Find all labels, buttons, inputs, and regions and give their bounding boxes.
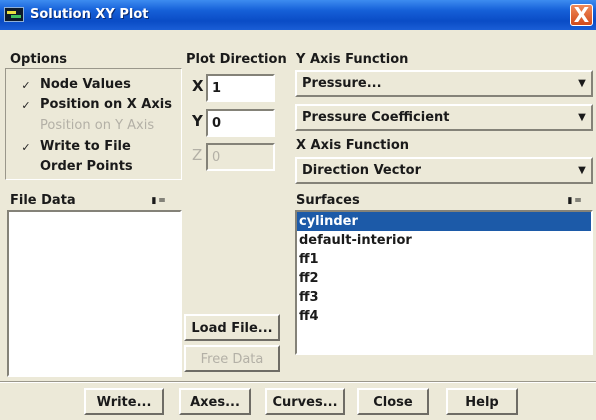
select-all-icon[interactable]: ▮	[566, 196, 574, 206]
load-file-button[interactable]: Load File...	[184, 314, 280, 341]
bottom-separator	[0, 381, 596, 383]
position-on-y-axis-checkbox: Position on Y Axis	[20, 118, 154, 136]
deselect-all-icon[interactable]: =	[158, 196, 166, 206]
file-data-heading: File Data	[10, 193, 76, 208]
y-axis-quantity-value: Pressure Coefficient	[302, 110, 450, 125]
z-direction-input: 0	[206, 143, 275, 171]
position-on-x-axis-checkbox[interactable]: ✓ Position on X Axis	[20, 97, 172, 115]
dropdown-arrow-icon: ▼	[578, 112, 586, 123]
write-to-file-check-icon: ✓	[21, 141, 31, 154]
curves-button[interactable]: Curves...	[265, 388, 345, 415]
close-button[interactable]: Close	[357, 388, 429, 415]
write-to-file-label: Write to File	[40, 139, 131, 154]
surface-item-ff3[interactable]: ff3	[297, 288, 591, 307]
close-window-button[interactable]: X	[570, 4, 593, 26]
deselect-all-icon[interactable]: =	[574, 196, 582, 206]
y-axis-category-value: Pressure...	[302, 76, 382, 91]
surface-item-ff2[interactable]: ff2	[297, 269, 591, 288]
surface-item-ff4[interactable]: ff4	[297, 307, 591, 326]
x-direction-input[interactable]: 1	[206, 74, 275, 102]
x-direction-label: X	[192, 77, 204, 95]
fluent-app-icon	[4, 7, 24, 22]
surfaces-list-controls: ▮ =	[566, 196, 582, 206]
z-direction-label: Z	[192, 146, 203, 164]
order-points-label: Order Points	[40, 159, 133, 174]
surfaces-list[interactable]: cylinder default-interior ff1 ff2 ff3 ff…	[295, 210, 593, 355]
write-to-file-checkbox[interactable]: ✓ Write to File	[20, 139, 131, 157]
position-y-label: Position on Y Axis	[40, 118, 155, 133]
axes-button[interactable]: Axes...	[179, 388, 251, 415]
x-axis-function-dropdown[interactable]: Direction Vector ▼	[295, 157, 593, 184]
position-x-check-icon: ✓	[21, 99, 31, 112]
node-values-label: Node Values	[40, 77, 131, 92]
write-button[interactable]: Write...	[84, 388, 164, 415]
help-button[interactable]: Help	[446, 388, 518, 415]
x-axis-function-heading: X Axis Function	[296, 138, 410, 153]
position-x-label: Position on X Axis	[40, 97, 172, 112]
window-title: Solution XY Plot	[30, 7, 149, 22]
dropdown-arrow-icon: ▼	[578, 78, 586, 89]
y-direction-label: Y	[192, 112, 203, 130]
surface-item-default-interior[interactable]: default-interior	[297, 231, 591, 250]
select-all-icon[interactable]: ▮	[150, 196, 158, 206]
surface-item-cylinder[interactable]: cylinder	[297, 212, 591, 231]
dropdown-arrow-icon: ▼	[578, 165, 586, 176]
order-points-check-icon	[20, 159, 32, 171]
y-axis-category-dropdown[interactable]: Pressure... ▼	[295, 70, 593, 97]
order-points-checkbox[interactable]: Order Points	[20, 159, 133, 177]
y-axis-function-heading: Y Axis Function	[296, 52, 409, 67]
title-bar: Solution XY Plot X	[0, 0, 596, 30]
node-values-checkbox[interactable]: ✓ Node Values	[20, 77, 131, 95]
options-heading: Options	[10, 52, 67, 67]
y-axis-quantity-dropdown[interactable]: Pressure Coefficient ▼	[295, 104, 593, 131]
node-values-check-icon: ✓	[21, 79, 31, 92]
position-y-check-icon	[20, 118, 32, 130]
file-data-list-controls: ▮ =	[150, 196, 166, 206]
file-data-list[interactable]	[7, 210, 182, 377]
y-direction-input[interactable]: 0	[206, 109, 275, 137]
x-axis-function-value: Direction Vector	[302, 163, 421, 178]
free-data-button: Free Data	[184, 345, 280, 372]
surfaces-heading: Surfaces	[296, 193, 360, 208]
surface-item-ff1[interactable]: ff1	[297, 250, 591, 269]
plot-direction-heading: Plot Direction	[186, 52, 287, 67]
